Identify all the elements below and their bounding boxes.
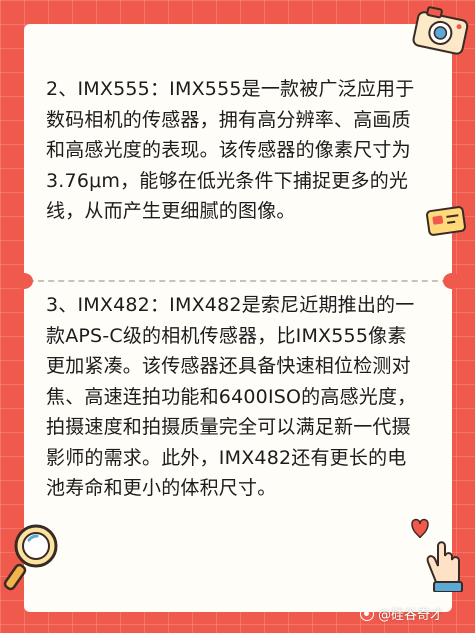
dashed-divider [28,280,448,282]
watermark: @硅谷奇才 [360,604,443,623]
divider-notch-left [15,273,33,289]
magnifier-icon [3,524,58,591]
hand-heart-icon [411,518,463,592]
id-card-icon [426,206,466,236]
paragraph-imx482: 3、IMX482：IMX482是索尼近期推出的一款APS-C级的相机传感器，比I… [46,294,417,499]
divider-notch-right [443,273,461,289]
watermark-text: @硅谷奇才 [378,608,444,623]
paragraph-imx555: 2、IMX555：IMX555是一款被广泛应用于数码相机的传感器，拥有高分辨率、… [46,78,415,222]
camera-icon [412,6,469,55]
watermark-logo-icon [360,606,374,621]
